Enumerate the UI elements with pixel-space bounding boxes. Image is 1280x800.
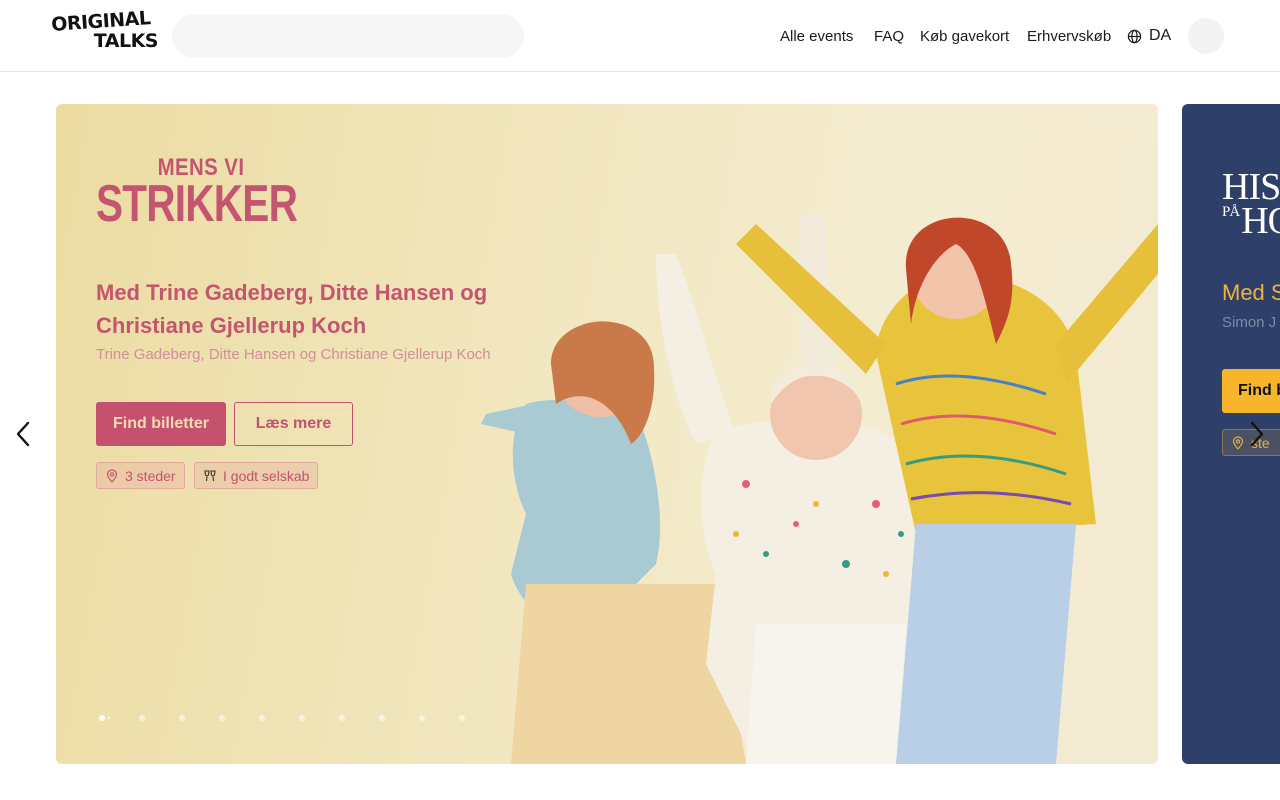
chevron-right-icon bbox=[1250, 421, 1264, 447]
carousel-dot-8[interactable] bbox=[379, 715, 385, 721]
carousel-dot-5[interactable] bbox=[259, 715, 265, 721]
carousel-pagination bbox=[99, 715, 499, 721]
next-find-tickets-button[interactable]: Find b bbox=[1222, 369, 1280, 413]
show-logo: MENS VI STRIKKER bbox=[96, 156, 306, 234]
nav-item-gift-card: Køb gavekort bbox=[920, 0, 1009, 72]
nav-item-business: Erhvervskøb bbox=[1027, 0, 1111, 72]
carousel-slide-active[interactable]: MENS VI STRIKKER Med Trine Gadeberg, Dit… bbox=[56, 104, 1158, 764]
user-avatar-button[interactable] bbox=[1188, 18, 1224, 54]
nav-link-faq[interactable]: FAQ bbox=[874, 28, 904, 45]
nav-link-gift-card[interactable]: Køb gavekort bbox=[920, 28, 1009, 45]
read-more-button[interactable]: Læs mere bbox=[234, 402, 353, 446]
slide-headline: Med Trine Gadeberg, Ditte Hansen og Chri… bbox=[96, 280, 488, 338]
next-slide-subline: Simon J bbox=[1222, 314, 1277, 331]
carousel-dot-10[interactable] bbox=[459, 715, 465, 721]
tag-locations: 3 steder bbox=[96, 462, 185, 489]
show-logo-main: STRIKKER bbox=[96, 175, 298, 233]
carousel-dot-4[interactable] bbox=[219, 715, 225, 721]
slide-subline: Trine Gadeberg, Ditte Hansen og Christia… bbox=[96, 346, 491, 363]
map-pin-icon bbox=[106, 468, 118, 483]
map-pin-icon bbox=[1232, 435, 1244, 450]
language-label: DA bbox=[1149, 27, 1172, 44]
find-tickets-button[interactable]: Find billetter bbox=[96, 402, 226, 446]
nav-link-business[interactable]: Erhvervskøb bbox=[1027, 28, 1111, 45]
carousel-dot-6[interactable] bbox=[299, 715, 305, 721]
nav-item-all-events: Alle events bbox=[780, 0, 853, 72]
carousel-prev-button[interactable] bbox=[10, 419, 36, 449]
tag-locations-label: 3 steder bbox=[125, 467, 176, 484]
cheers-glasses-icon bbox=[204, 469, 216, 481]
carousel-dot-9[interactable] bbox=[419, 715, 425, 721]
original-talks-logo[interactable]: ORIGINAL TALKS bbox=[51, 7, 159, 54]
chevron-left-icon bbox=[16, 421, 30, 447]
language-switcher[interactable]: DA bbox=[1127, 24, 1171, 48]
next-logo-line-2: HO bbox=[1241, 200, 1280, 242]
site-header: ORIGINAL TALKS Alle events FAQ Køb gavek… bbox=[0, 0, 1280, 72]
carousel-dot-3[interactable] bbox=[179, 715, 185, 721]
search-input[interactable] bbox=[172, 14, 524, 58]
carousel-next-button[interactable] bbox=[1244, 419, 1270, 449]
next-slide-headline: Med S bbox=[1222, 280, 1280, 305]
carousel-dot-1[interactable] bbox=[99, 715, 110, 721]
nav-item-faq: FAQ bbox=[874, 0, 904, 72]
tag-category-label: I godt selskab bbox=[223, 467, 310, 484]
carousel-dot-7[interactable] bbox=[339, 715, 345, 721]
next-show-logo: HIS PÅHO bbox=[1222, 168, 1280, 240]
tag-category: I godt selskab bbox=[194, 462, 319, 489]
globe-icon bbox=[1127, 29, 1142, 43]
carousel-dot-2[interactable] bbox=[139, 715, 145, 721]
nav-link-all-events[interactable]: Alle events bbox=[780, 28, 853, 45]
next-logo-small: PÅ bbox=[1222, 204, 1240, 220]
